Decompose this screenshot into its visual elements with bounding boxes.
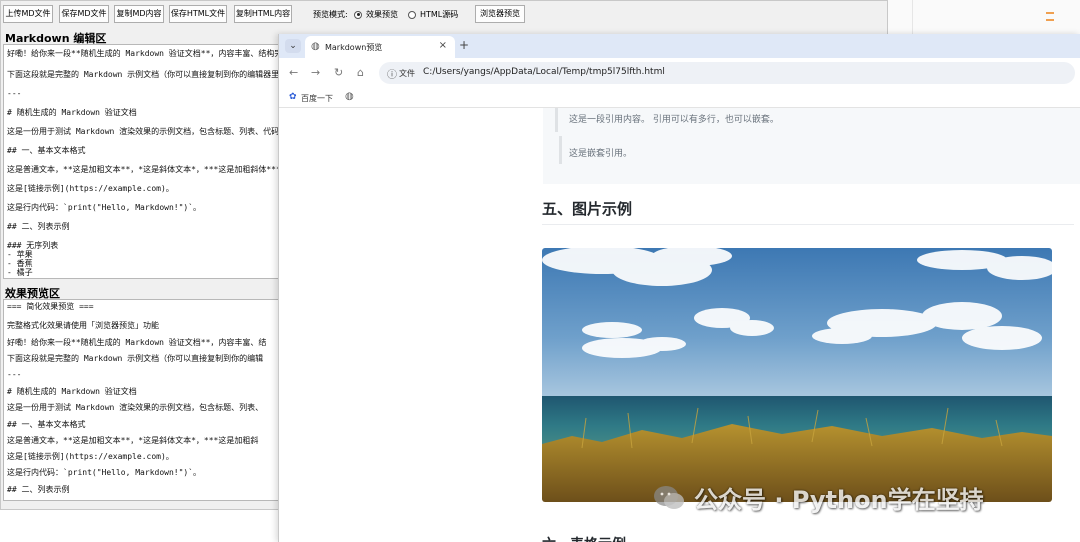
blockquote-text: 这是一段引用内容。 引用可以有多行，也可以嵌套。 — [569, 115, 779, 125]
nested-blockquote-bar — [559, 136, 562, 164]
browser-preview-button[interactable]: 浏览器预览 — [475, 5, 525, 23]
section-heading-images: 五、图片示例 — [542, 200, 633, 218]
preview-line: ## 二、列表示例 — [7, 485, 70, 494]
close-tab-icon[interactable]: × — [439, 40, 447, 51]
baidu-paw-icon: ✿ — [289, 92, 297, 102]
bookmarks-bar: ✿ 百度一下 ◍ — [279, 88, 1080, 108]
watermark: 公众号 · Python学在坚持 — [652, 480, 984, 515]
preview-line: 完整格式化效果请使用「浏览器预览」功能 — [7, 321, 159, 330]
radio-selected-icon — [354, 10, 362, 19]
nested-blockquote-text: 这是嵌套引用。 — [569, 149, 633, 159]
copy-html-button[interactable]: 复制HTML内容 — [234, 5, 292, 23]
editor-line: 这是普通文本，**这是加粗文本**，*这是斜体文本*，***这是加粗斜体*** — [7, 165, 281, 174]
preview-line: 这是[链接示例](https://example.com)。 — [7, 452, 174, 461]
editor-line: 好嘞！给你来一段**随机生成的 Markdown 验证文档**，内容丰富、结构完 — [7, 49, 283, 58]
save-html-button[interactable]: 保存HTML文件 — [169, 5, 227, 23]
tab-title: Markdown预览 — [325, 43, 383, 52]
preview-line: --- — [7, 370, 22, 379]
preview-line: 这是普通文本，**这是加粗文本**，*这是斜体文本*，***这是加粗斜 — [7, 436, 259, 445]
page-content: 这是一段引用内容。 引用可以有多行，也可以嵌套。 这是嵌套引用。 五、图片示例 — [279, 108, 1080, 542]
reload-icon[interactable]: ↻ — [334, 66, 343, 79]
save-md-button[interactable]: 保存MD文件 — [59, 5, 109, 23]
editor-line: 这是行内代码：`print("Hello, Markdown!")`。 — [7, 203, 202, 212]
url-text: C:/Users/yangs/AppData/Local/Temp/tmp5l7… — [423, 67, 665, 77]
url-scheme-label: 文件 — [399, 69, 415, 78]
section-heading-tables: 六、表格示例 — [542, 534, 626, 542]
preview-line: # 随机生成的 Markdown 验证文档 — [7, 387, 137, 396]
editor-line: - 橘子 — [7, 268, 33, 277]
home-icon[interactable]: ⌂ — [357, 66, 364, 79]
upload-md-button[interactable]: 上传MD文件 — [3, 5, 53, 23]
editor-line: 这是[链接示例](https://example.com)。 — [7, 184, 174, 193]
preview-mode-label: 预览模式: — [313, 10, 348, 19]
app-toolbar: 上传MD文件 保存MD文件 复制MD内容 保存HTML文件 复制HTML内容 预… — [1, 1, 887, 29]
preview-line: === 简化效果预览 === — [7, 302, 94, 311]
heading-rule — [542, 224, 1074, 225]
copy-md-button[interactable]: 复制MD内容 — [114, 5, 164, 23]
preview-line: 这是行内代码：`print("Hello, Markdown!")`。 — [7, 468, 202, 477]
forward-icon[interactable]: → — [311, 66, 320, 79]
blockquote-bar — [555, 108, 558, 132]
preview-line: 下面这段就是完整的 Markdown 示例文档（你可以直接复制到你的编辑 — [7, 354, 264, 363]
mode-effect-preview-radio[interactable]: 效果预览 — [354, 9, 398, 20]
editor-line: 下面这段就是完整的 Markdown 示例文档（你可以直接复制到你的编辑器里 — [7, 70, 280, 79]
preview-textarea[interactable]: === 简化效果预览 === 完整格式化效果请使用「浏览器预览」功能 好嘞！给你… — [3, 299, 303, 501]
globe-icon: ◍ — [311, 41, 320, 52]
editor-line: ## 一、基本文本格式 — [7, 146, 86, 155]
globe-icon[interactable]: ◍ — [345, 91, 354, 102]
markdown-editor-textarea[interactable]: 好嘞！给你来一段**随机生成的 Markdown 验证文档**，内容丰富、结构完… — [3, 44, 303, 279]
wechat-logo-icon — [654, 485, 684, 509]
back-icon[interactable]: ← — [289, 66, 298, 79]
preview-line: 好嘞！给你来一段**随机生成的 Markdown 验证文档**，内容丰富、结 — [7, 338, 267, 347]
mode-html-source-label: HTML源码 — [420, 10, 459, 19]
preview-line: 这是一份用于测试 Markdown 渲染效果的示例文档，包含标题、列表、 — [7, 403, 264, 412]
watermark-text: 公众号 · Python学在坚持 — [694, 486, 984, 514]
accent-mark — [1046, 12, 1054, 14]
editor-line: # 随机生成的 Markdown 验证文档 — [7, 108, 137, 117]
accent-mark — [1046, 19, 1054, 21]
bookmark-baidu[interactable]: 百度一下 — [301, 93, 333, 104]
tab-search-icon[interactable]: ⌄ — [285, 39, 301, 53]
info-icon: ⓘ — [387, 70, 397, 81]
seascape-picture — [542, 248, 1052, 502]
editor-line: ## 二、列表示例 — [7, 222, 70, 231]
tab-markdown-preview[interactable]: ◍ Markdown预览 × — [305, 36, 455, 58]
mode-html-source-radio[interactable]: HTML源码 — [408, 9, 458, 20]
browser-window: ⌄ ◍ Markdown预览 × + ← → ↻ ⌂ ⓘ 文件 C:/Users… — [278, 34, 1080, 542]
preview-line: ## 一、基本文本格式 — [7, 420, 86, 429]
sample-image — [542, 248, 1052, 502]
mode-effect-preview-label: 效果预览 — [366, 10, 398, 19]
new-tab-icon[interactable]: + — [459, 38, 469, 52]
address-bar: ← → ↻ ⌂ ⓘ 文件 C:/Users/yangs/AppData/Loca… — [279, 58, 1080, 88]
tab-strip: ⌄ ◍ Markdown预览 × + — [279, 34, 1080, 58]
editor-line: 这是一份用于测试 Markdown 渲染效果的示例文档，包含标题、列表、代码 — [7, 127, 280, 136]
url-input[interactable]: ⓘ 文件 C:/Users/yangs/AppData/Local/Temp/t… — [379, 62, 1075, 84]
radio-unselected-icon — [408, 10, 416, 19]
editor-line: --- — [7, 89, 22, 98]
